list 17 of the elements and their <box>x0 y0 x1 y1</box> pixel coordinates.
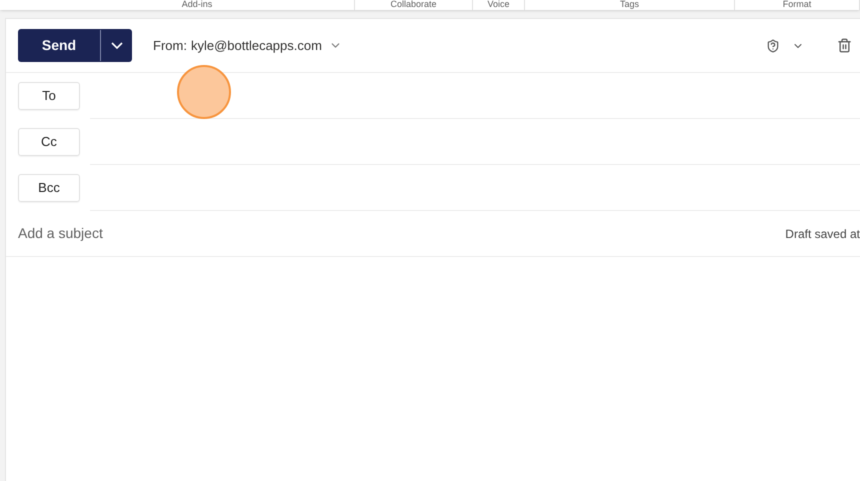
delete-icon[interactable] <box>837 38 852 53</box>
shield-question-icon[interactable] <box>766 38 780 52</box>
recipient-button[interactable]: To <box>18 82 80 110</box>
ribbon-group-label: Tags <box>620 0 639 10</box>
send-button[interactable]: Send <box>18 29 100 62</box>
from-address: kyle@bottlecapps.com <box>190 36 322 55</box>
recipient-button[interactable]: Bcc <box>18 174 80 202</box>
chevron-down-icon <box>110 42 122 49</box>
recipient-button[interactable]: Cc <box>18 128 80 156</box>
from-selector[interactable]: From: kyle@bottlecapps.com <box>153 36 342 56</box>
subject-field[interactable]: Add a subject <box>18 223 786 244</box>
ribbon-group-label: Format <box>782 0 812 10</box>
ribbon-group-label: Voice <box>487 0 510 10</box>
from-label: From: <box>153 36 187 55</box>
ribbon-group-label: Collaborate <box>390 0 437 10</box>
draft-status: Draft saved at <box>785 226 860 242</box>
ribbon-group-label: Add-ins <box>182 0 212 10</box>
